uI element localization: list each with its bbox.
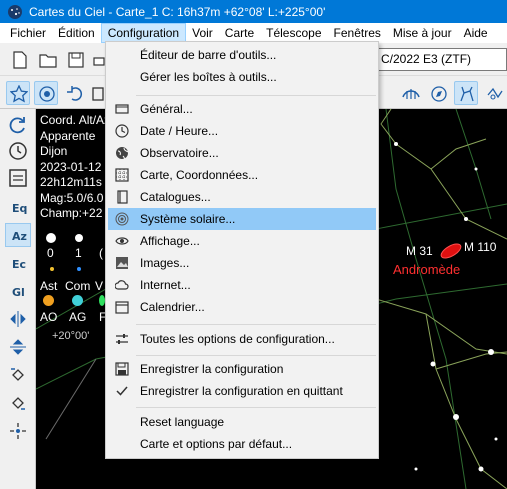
constellation-boundary-icon[interactable] bbox=[398, 81, 422, 105]
menu-fenetres[interactable]: Fenêtres bbox=[328, 23, 387, 43]
star-icon[interactable] bbox=[6, 81, 30, 105]
menu-item-default-options[interactable]: Carte et options par défaut... bbox=[108, 433, 376, 455]
menu-item-solar-system[interactable]: Système solaire... bbox=[108, 208, 376, 230]
menu-item-images[interactable]: Images... bbox=[108, 252, 376, 274]
info-field: Champ:+22 bbox=[40, 206, 103, 220]
flip-vertical-icon[interactable] bbox=[5, 335, 31, 359]
menu-item-save-config[interactable]: Enregistrer la configuration bbox=[108, 358, 376, 380]
menu-voir[interactable]: Voir bbox=[186, 23, 219, 43]
flip-horizontal-icon[interactable] bbox=[5, 307, 31, 331]
cloud-icon bbox=[115, 280, 129, 290]
left-toolbar: Eq Az Ec Gl bbox=[0, 109, 36, 489]
window-title: Cartes du Ciel - Carte_1 C: 16h37m +62°0… bbox=[29, 4, 326, 19]
new-file-icon[interactable] bbox=[10, 50, 30, 70]
check-icon bbox=[116, 386, 128, 396]
nebula-icon[interactable] bbox=[34, 81, 58, 105]
grid-altitude-label: +20°00' bbox=[52, 330, 90, 342]
ecliptic-icon[interactable]: Ec bbox=[5, 251, 31, 275]
chart-info-panel: Coord. Alt/Az Apparente Dijon 2023-01-12… bbox=[40, 113, 110, 222]
menu-item-internet[interactable]: Internet... bbox=[108, 274, 376, 296]
info-apparent: Apparente bbox=[40, 128, 96, 143]
menu-mise-a-jour[interactable]: Mise à jour bbox=[387, 23, 458, 43]
menu-separator bbox=[136, 355, 376, 356]
menu-item-all-options[interactable]: Toutes les options de configuration... bbox=[108, 328, 376, 350]
mag-label-1: 1 bbox=[75, 246, 82, 260]
refresh-icon[interactable] bbox=[5, 113, 31, 137]
save-icon bbox=[115, 362, 129, 376]
sliders-icon bbox=[116, 334, 128, 344]
menu-item-display[interactable]: Affichage... bbox=[108, 230, 376, 252]
clock-icon bbox=[115, 124, 129, 138]
menu-item-date-time[interactable]: Date / Heure... bbox=[108, 120, 376, 142]
grid-icon bbox=[115, 168, 129, 182]
equatorial-icon[interactable]: Eq bbox=[5, 195, 31, 219]
comet-dot bbox=[72, 295, 83, 306]
menu-separator bbox=[136, 324, 376, 325]
menu-separator bbox=[136, 407, 376, 408]
mag-dot-0 bbox=[46, 233, 56, 243]
constellation-lines-icon[interactable] bbox=[454, 81, 478, 105]
undo-icon[interactable] bbox=[62, 81, 86, 105]
list-panel-icon[interactable] bbox=[5, 166, 31, 190]
info-time: 22h12m11s bbox=[40, 175, 102, 189]
object-search-field[interactable]: C/2022 E3 (ZTF) bbox=[376, 48, 507, 71]
galactic-icon[interactable]: Gl bbox=[5, 279, 31, 303]
calendar-icon bbox=[115, 301, 129, 314]
menu-item-calendar[interactable]: Calendrier... bbox=[108, 296, 376, 318]
menu-item-general[interactable]: Général... bbox=[108, 98, 376, 120]
legend-com-label: Com bbox=[65, 279, 91, 293]
window-icon bbox=[115, 104, 129, 114]
mag-dot-1 bbox=[75, 234, 83, 242]
menu-aide[interactable]: Aide bbox=[458, 23, 494, 43]
menu-item-toolbar-editor[interactable]: Éditeur de barre d'outils... bbox=[108, 44, 376, 66]
menu-edition[interactable]: Édition bbox=[52, 23, 101, 43]
info-coord-system: Coord. Alt/Az bbox=[40, 113, 111, 127]
galaxy-m110-label[interactable]: M 110 bbox=[464, 240, 496, 254]
menubar: Fichier Édition Configuration Voir Carte… bbox=[0, 23, 507, 43]
mag-small-dot-2 bbox=[77, 267, 81, 271]
menu-item-observatory[interactable]: Observatoire... bbox=[108, 142, 376, 164]
menu-separator bbox=[136, 95, 376, 96]
zoom-icon[interactable] bbox=[5, 419, 31, 443]
mag-small-dot-1 bbox=[50, 267, 54, 271]
menu-telescope[interactable]: Télescope bbox=[260, 23, 327, 43]
rotate-left-icon[interactable] bbox=[5, 363, 31, 387]
info-magnitude: Mag:5.0/6.0 bbox=[40, 190, 104, 205]
galaxy-m31-label[interactable]: M 31 bbox=[406, 244, 433, 258]
constellation-names-icon[interactable] bbox=[482, 81, 506, 105]
legend-ag-label: AG bbox=[69, 310, 87, 324]
solar-system-icon bbox=[115, 212, 129, 226]
image-icon bbox=[116, 257, 128, 269]
asteroid-dot bbox=[43, 295, 54, 306]
open-folder-icon[interactable] bbox=[38, 50, 58, 70]
book-icon bbox=[117, 190, 128, 204]
app-icon bbox=[8, 4, 22, 19]
altaz-icon[interactable]: Az bbox=[5, 223, 31, 247]
menu-configuration[interactable]: Configuration bbox=[100, 23, 187, 43]
legend-ast-label: Ast bbox=[40, 279, 58, 293]
mag-label-0: 0 bbox=[47, 246, 54, 260]
menu-item-chart-coordinates[interactable]: Carte, Coordonnées... bbox=[108, 164, 376, 186]
legend-var-label: V bbox=[95, 279, 104, 293]
configuration-menu: Éditeur de barre d'outils... Gérer les b… bbox=[105, 41, 379, 459]
rotate-right-icon[interactable] bbox=[5, 391, 31, 415]
compass-icon[interactable] bbox=[426, 81, 450, 105]
title-bar: Cartes du Ciel - Carte_1 C: 16h37m +62°0… bbox=[0, 0, 507, 23]
eye-icon bbox=[115, 237, 129, 245]
menu-fichier[interactable]: Fichier bbox=[4, 23, 52, 43]
legend-ao-label: AO bbox=[40, 310, 58, 324]
menu-item-catalogs[interactable]: Catalogues... bbox=[108, 186, 376, 208]
mag-label-2: ( bbox=[99, 246, 103, 260]
clock-icon[interactable] bbox=[5, 139, 31, 163]
constellation-andromeda-label: Andromède bbox=[393, 262, 461, 277]
menu-item-manage-toolboxes[interactable]: Gérer les boîtes à outils... bbox=[108, 66, 376, 88]
info-date: 2023-01-12 bbox=[40, 159, 102, 174]
globe-icon bbox=[116, 147, 129, 160]
menu-carte[interactable]: Carte bbox=[219, 23, 260, 43]
menu-item-save-on-exit[interactable]: Enregistrer la configuration en quittant bbox=[108, 380, 376, 402]
menu-item-reset-language[interactable]: Reset language bbox=[108, 411, 376, 433]
info-location: Dijon bbox=[40, 144, 68, 158]
save-icon[interactable] bbox=[66, 50, 86, 70]
